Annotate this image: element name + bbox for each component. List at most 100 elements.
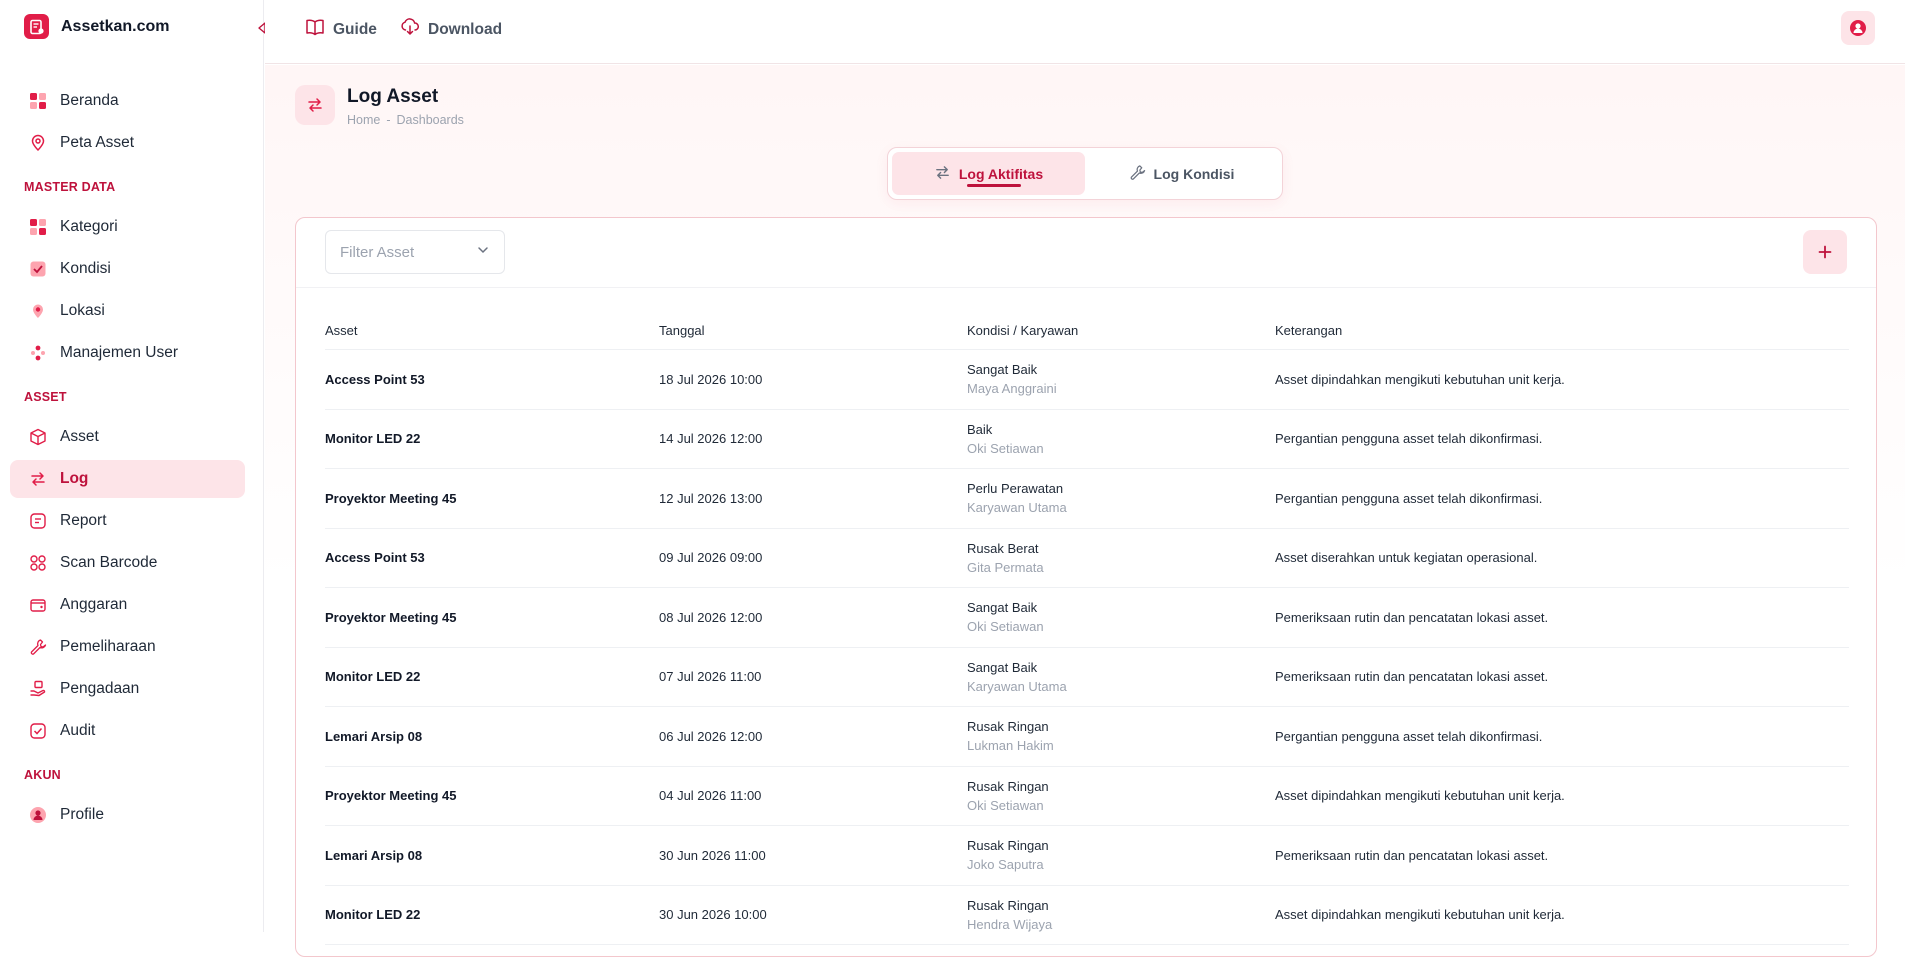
sidebar-item-label: Report (60, 512, 107, 529)
download-link[interactable]: Download (400, 17, 502, 42)
cell-keterangan: Pergantian pengguna asset telah dikonfir… (1275, 490, 1543, 506)
col-asset[interactable]: Asset (325, 323, 659, 338)
cell-kondisi: Sangat Baik (967, 600, 1038, 616)
sidebar-item-label: Profile (60, 806, 104, 823)
plus-icon (1818, 245, 1832, 259)
table-row[interactable]: Lemari Arsip 08 06 Jul 2026 12:00 Rusak Ri… (325, 707, 1849, 767)
sidebar-item-beranda[interactable]: Beranda (10, 82, 245, 120)
col-keterangan[interactable]: Keterangan (1275, 323, 1849, 338)
table-row[interactable]: Proyektor Meeting 45 04 Jul 2026 11:00 Rus… (325, 767, 1849, 826)
swap-icon (28, 469, 48, 489)
table-row[interactable]: Monitor LED 22 14 Jul 2026 12:00 Baik Oki S… (325, 410, 1849, 469)
sidebar-item-label: Manajemen User (60, 344, 179, 361)
cell-asset: Monitor LED 22 (325, 431, 421, 447)
add-log-button[interactable] (1803, 230, 1847, 274)
book-icon (305, 17, 325, 42)
cell-tanggal: 30 Jun 2026 11:00 (659, 847, 766, 863)
sidebar-item-label: Anggaran (60, 596, 128, 613)
sidebar-item-kondisi[interactable]: Kondisi (10, 250, 245, 288)
users-icon (28, 343, 48, 363)
cell-asset: Proyektor Meeting 45 (325, 609, 457, 625)
sidebar-item-label: Lokasi (60, 302, 105, 319)
wrench-icon (1129, 164, 1146, 184)
cell-tanggal: 12 Jul 2026 13:00 (659, 490, 763, 506)
table-row[interactable]: Access Point 53 18 Jul 2026 10:00 Sangat B… (325, 350, 1849, 410)
sidebar-item-audit[interactable]: Audit (10, 712, 245, 750)
tab-log-kondisi[interactable]: Log Kondisi (1085, 152, 1278, 195)
dashboard-icon (28, 91, 48, 111)
cell-asset: Proyektor Meeting 45 (325, 788, 457, 804)
main-content: Log Asset Home - Dashboards Log Aktifita… (265, 65, 1905, 957)
table-row[interactable]: Monitor LED 22 07 Jul 2026 11:00 Sangat Ba… (325, 648, 1849, 707)
scan-icon (28, 553, 48, 573)
tab-label: Log Kondisi (1153, 165, 1235, 182)
cell-asset: Monitor LED 22 (325, 907, 421, 923)
cell-karyawan: Oki Setiawan (967, 440, 1044, 456)
log-tabs: Log Aktifitas Log Kondisi (887, 147, 1283, 200)
table-row[interactable]: Proyektor Meeting 45 08 Jul 2026 12:00 San… (325, 588, 1849, 648)
cell-tanggal: 06 Jul 2026 12:00 (659, 728, 763, 744)
cell-kondisi: Rusak Ringan (967, 778, 1049, 794)
col-tanggal[interactable]: Tanggal (659, 323, 967, 338)
sidebar-item-peta-asset[interactable]: Peta Asset (10, 124, 245, 162)
section-akun: AKUN (24, 768, 61, 782)
table-row[interactable]: Lemari Arsip 08 30 Jun 2026 11:00 Rusak Ri… (325, 826, 1849, 886)
user-avatar[interactable] (1841, 11, 1875, 45)
table-row[interactable]: Proyektor Meeting 45 12 Jul 2026 13:00 Per… (325, 469, 1849, 529)
cloud-download-icon (400, 17, 420, 42)
chevron-down-icon (476, 243, 490, 261)
cell-asset: Monitor LED 22 (325, 669, 421, 685)
cell-tanggal: 18 Jul 2026 10:00 (659, 371, 763, 387)
download-label: Download (428, 20, 503, 38)
sidebar-item-label: Peta Asset (60, 134, 135, 151)
cell-tanggal: 08 Jul 2026 12:00 (659, 609, 763, 625)
sidebar-item-asset[interactable]: Asset (10, 418, 245, 456)
cell-keterangan: Asset dipindahkan mengikuti kebutuhan un… (1275, 907, 1565, 923)
cell-kondisi-karyawan: Rusak Ringan Hendra Wijaya (967, 898, 1275, 932)
sidebar-item-pemeliharaan[interactable]: Pemeliharaan (10, 628, 245, 666)
card-toolbar: Filter Asset (296, 218, 1876, 288)
cell-tanggal: 04 Jul 2026 11:00 (659, 788, 762, 804)
sidebar-item-label: Audit (60, 722, 96, 739)
tab-log-aktifitas[interactable]: Log Aktifitas (892, 152, 1085, 195)
swap-icon (934, 164, 951, 184)
topbar: Guide Download (265, 0, 1905, 64)
cell-keterangan: Pergantian pengguna asset telah dikonfir… (1275, 728, 1543, 744)
brand[interactable]: Assetkan.com (24, 14, 170, 39)
breadcrumb-home[interactable]: Home (347, 113, 380, 127)
sidebar-item-pengadaan[interactable]: Pengadaan (10, 670, 245, 708)
sidebar-item-report[interactable]: Report (10, 502, 245, 540)
check-square-icon (28, 259, 48, 279)
cell-asset: Access Point 53 (325, 550, 425, 566)
cell-kondisi: Sangat Baik (967, 659, 1038, 675)
cell-asset: Access Point 53 (325, 371, 425, 387)
breadcrumb-dashboards[interactable]: Dashboards (397, 113, 464, 127)
sidebar-item-label: Scan Barcode (60, 554, 158, 571)
cell-keterangan: Asset dipindahkan mengikuti kebutuhan un… (1275, 788, 1565, 804)
cell-kondisi-karyawan: Rusak Ringan Oki Setiawan (967, 779, 1275, 813)
cell-keterangan: Pemeriksaan rutin dan pencatatan lokasi … (1275, 847, 1549, 863)
filter-asset-select[interactable]: Filter Asset (325, 230, 505, 274)
cell-kondisi: Baik (967, 421, 993, 437)
sidebar: Assetkan.com Beranda Peta Asset MASTER D… (0, 0, 269, 932)
cell-kondisi: Rusak Ringan (967, 838, 1049, 854)
table-row[interactable]: Access Point 53 09 Jul 2026 09:00 Rusak Be… (325, 529, 1849, 588)
cell-keterangan: Asset diserahkan untuk kegiatan operasio… (1275, 550, 1538, 566)
sidebar-item-lokasi[interactable]: Lokasi (10, 292, 245, 330)
map-pin-icon (28, 133, 48, 153)
sidebar-item-log[interactable]: Log (10, 460, 245, 498)
cell-karyawan: Oki Setiawan (967, 797, 1044, 813)
cell-tanggal: 07 Jul 2026 11:00 (659, 669, 762, 685)
tab-label: Log Aktifitas (958, 165, 1044, 182)
sidebar-item-anggaran[interactable]: Anggaran (10, 586, 245, 624)
col-kondisi-karyawan[interactable]: Kondisi / Karyawan (967, 323, 1275, 338)
sidebar-item-kategori[interactable]: Kategori (10, 208, 245, 246)
cell-kondisi-karyawan: Rusak Ringan Lukman Hakim (967, 719, 1275, 753)
sidebar-item-profile[interactable]: Profile (10, 796, 245, 834)
sidebar-item-manajemen-user[interactable]: Manajemen User (10, 334, 245, 372)
guide-link[interactable]: Guide (305, 17, 377, 42)
location-icon (28, 301, 48, 321)
cell-asset: Lemari Arsip 08 (325, 847, 423, 863)
table-row[interactable]: Monitor LED 22 30 Jun 2026 10:00 Rusak Rin… (325, 886, 1849, 945)
sidebar-item-scan-barcode[interactable]: Scan Barcode (10, 544, 245, 582)
